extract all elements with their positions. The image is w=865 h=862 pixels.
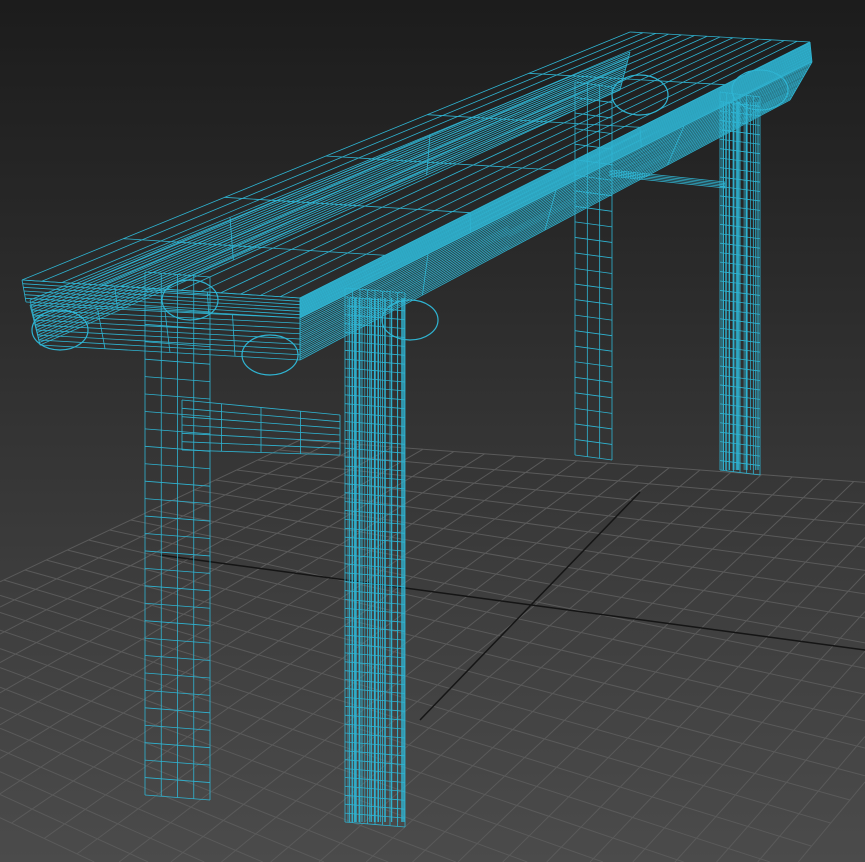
apron-back-wire bbox=[29, 51, 631, 301]
leg-back-right bbox=[574, 407, 613, 414]
leg-back-right bbox=[574, 345, 613, 352]
leg-back-right bbox=[574, 376, 613, 383]
wireframe-table-model[interactable] bbox=[0, 0, 865, 862]
leg-back-right bbox=[574, 283, 613, 290]
tabletop-wire bbox=[629, 31, 811, 43]
leg-back-right bbox=[574, 439, 613, 445]
apron-back-wire bbox=[426, 134, 431, 176]
leg-back-right bbox=[574, 299, 613, 305]
leg-back-right bbox=[574, 423, 613, 430]
tabletop-wire bbox=[528, 72, 726, 86]
tabletop-edge-wire bbox=[299, 52, 812, 310]
leg-back-right bbox=[574, 330, 613, 337]
leg-back-right bbox=[574, 454, 613, 461]
tabletop-edge-wire bbox=[299, 56, 812, 314]
leg-back-right bbox=[574, 221, 613, 228]
3d-viewport[interactable] bbox=[0, 0, 865, 862]
leg-back-right bbox=[574, 314, 613, 321]
leg-back-right bbox=[574, 205, 613, 212]
tabletop-edge-wire bbox=[299, 58, 812, 316]
leg-back-right bbox=[574, 237, 613, 243]
tabletop-wire bbox=[427, 114, 641, 128]
tabletop-edge-wire bbox=[299, 59, 812, 316]
leg-back-right bbox=[574, 361, 613, 368]
leg-back-right bbox=[574, 392, 613, 399]
carved-bracket-wire bbox=[241, 334, 299, 376]
leg-back-right bbox=[574, 252, 613, 259]
leg-back-right bbox=[574, 268, 613, 274]
